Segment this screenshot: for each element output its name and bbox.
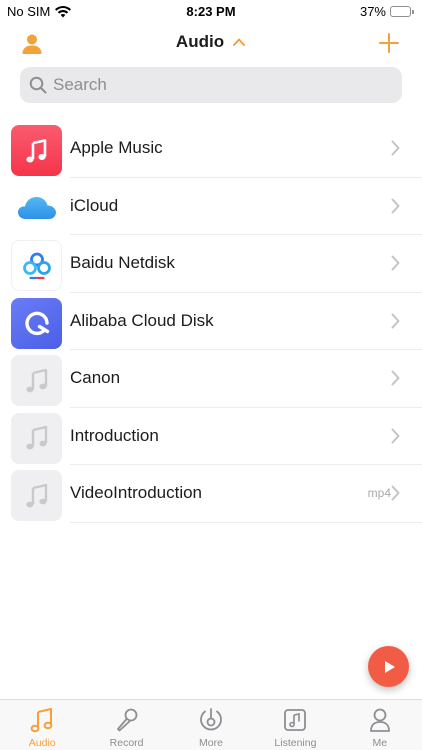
list-item-label: Alibaba Cloud Disk [70,310,214,330]
list-item-canon[interactable]: Canon [0,349,422,408]
chevron-right-icon [391,313,400,328]
list-item-label: Canon [70,368,121,387]
play-icon [384,660,395,673]
file-type-badge: mp4 [367,486,391,500]
source-list: Apple Music iCloud Baidu Netdisk Alibaba… [0,119,422,523]
list-item-label: Introduction [70,425,159,445]
search-icon [29,76,47,94]
music-note-icon [30,708,53,733]
search-bar[interactable] [20,67,402,103]
tab-listening[interactable]: Listening [253,700,337,750]
play-button[interactable] [368,646,409,687]
baidu-netdisk-icon [11,240,62,291]
tab-record[interactable]: Record [84,700,168,750]
status-bar: No SIM 8:23 PM 37% [0,0,422,24]
list-item-label: Baidu Netdisk [70,253,175,272]
person-icon [369,708,390,732]
chevron-right-icon [391,255,400,271]
tab-label: Record [109,737,144,749]
list-item-baidu-netdisk[interactable]: Baidu Netdisk [0,234,422,293]
chevron-right-icon [391,428,400,443]
more-disc-icon [200,708,222,731]
list-item-apple-music[interactable]: Apple Music [0,119,422,178]
battery-percent: 37% [359,4,386,19]
microphone-icon [116,708,138,732]
chevron-up-icon[interactable] [232,35,246,49]
listening-icon [284,709,307,731]
list-item-videointroduction[interactable]: VideoIntroduction mp4 [0,464,422,523]
apple-music-icon [11,125,62,176]
chevron-right-icon [391,485,400,501]
tab-label: Audio [28,737,56,749]
nav-title-group[interactable]: Audio [0,32,422,52]
tab-label: Listening [274,737,317,749]
list-item-label: Apple Music [70,138,163,157]
battery-icon [390,6,414,17]
chevron-right-icon [391,198,400,213]
status-right: 37% [360,4,414,19]
page-title[interactable]: Audio [176,32,224,52]
tab-me[interactable]: Me [338,700,422,750]
music-note-icon [11,355,62,406]
add-icon[interactable] [378,32,400,54]
icloud-icon [11,183,62,234]
nav-bar: Audio [0,24,422,64]
tab-audio[interactable]: Audio [0,700,84,750]
tab-bar: Audio Record More Listening Me [0,699,422,750]
chevron-right-icon [391,140,400,156]
list-item-alibaba-cloud-disk[interactable]: Alibaba Cloud Disk [0,292,422,350]
alibaba-cloud-disk-icon [11,297,62,349]
list-item-label: iCloud [70,195,119,215]
music-note-icon [11,470,62,521]
tab-more[interactable]: More [169,700,253,750]
search-input[interactable] [53,75,393,95]
tab-label: Me [372,737,388,749]
list-item-label: VideoIntroduction [70,483,203,502]
status-time: 8:23 PM [186,4,236,19]
music-note-icon [11,412,62,464]
list-item-introduction[interactable]: Introduction [0,407,422,465]
tab-label: More [199,737,223,749]
chevron-right-icon [391,370,400,386]
list-item-icloud[interactable]: iCloud [0,177,422,235]
